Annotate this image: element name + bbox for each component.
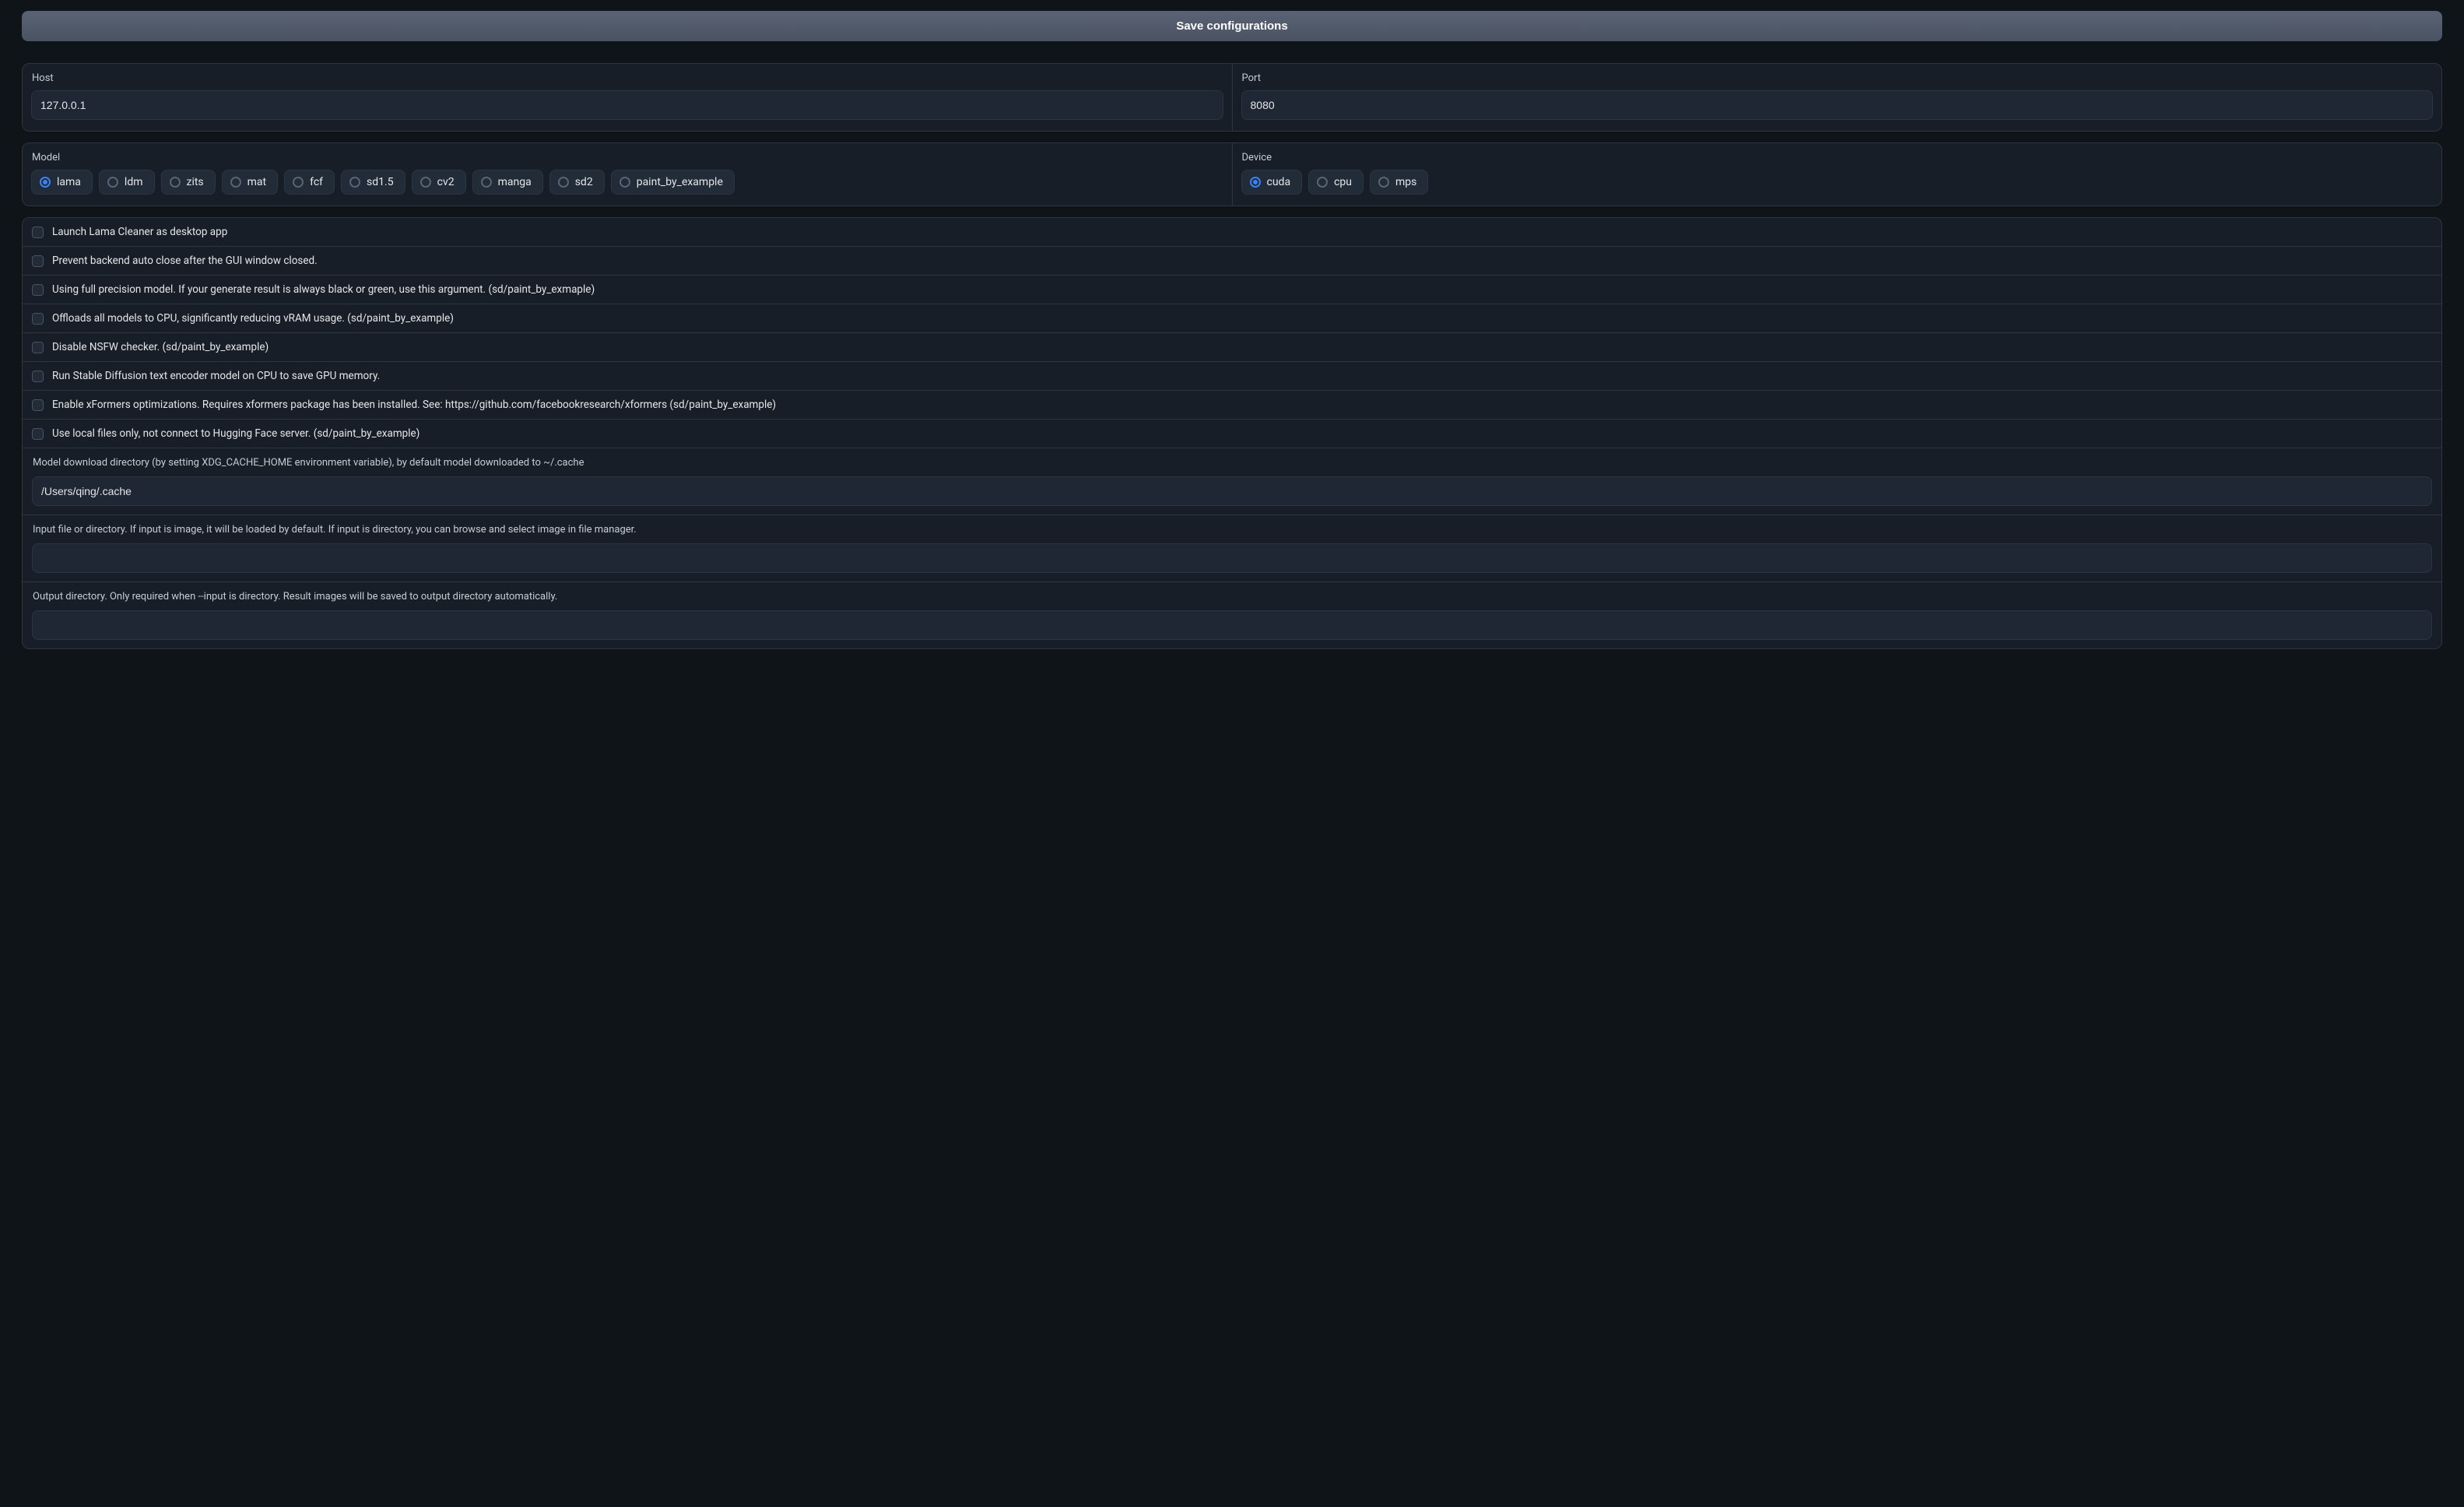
radio-mat[interactable]: mat: [222, 170, 278, 195]
radio-label: cv2: [437, 176, 455, 188]
radio-circle-icon: [420, 177, 431, 188]
checkbox[interactable]: [32, 371, 44, 382]
host-input[interactable]: [31, 90, 1223, 120]
output-dir-input[interactable]: [32, 610, 2432, 640]
option-row-1[interactable]: Prevent backend auto close after the GUI…: [23, 247, 2441, 276]
radio-label: paint_by_example: [637, 176, 723, 188]
radio-circle-icon: [170, 177, 181, 188]
radio-label: cpu: [1334, 176, 1352, 188]
device-radio-group: cuda cpu mps: [1241, 170, 2434, 195]
option-label: Disable NSFW checker. (sd/paint_by_examp…: [52, 341, 269, 353]
save-configurations-button[interactable]: Save configurations: [22, 11, 2442, 41]
radio-circle-icon: [1317, 177, 1328, 188]
radio-circle-icon: [349, 177, 360, 188]
checkbox[interactable]: [32, 284, 44, 296]
option-row-0[interactable]: Launch Lama Cleaner as desktop app: [23, 218, 2441, 247]
radio-lama[interactable]: lama: [31, 170, 93, 195]
host-label: Host: [31, 72, 1223, 84]
radio-mps[interactable]: mps: [1370, 170, 1428, 195]
radio-circle-icon: [558, 177, 569, 188]
input-path-label: Input file or directory. If input is ima…: [32, 524, 2432, 536]
host-column: Host: [23, 64, 1232, 131]
option-label: Prevent backend auto close after the GUI…: [52, 255, 318, 267]
checkbox[interactable]: [32, 342, 44, 353]
checkbox[interactable]: [32, 428, 44, 440]
model-device-panel: Model lama ldm zits mat fcf sd1.5 cv2 manga sd2 p…: [22, 142, 2442, 206]
radio-circle-icon: [620, 177, 630, 188]
checkbox[interactable]: [32, 227, 44, 238]
radio-label: mps: [1395, 176, 1416, 188]
output-dir-section: Output directory. Only required when --i…: [23, 582, 2441, 648]
checkbox[interactable]: [32, 255, 44, 267]
port-input[interactable]: [1241, 90, 2434, 120]
radio-circle-icon: [293, 177, 304, 188]
model-radio-group: lama ldm zits mat fcf sd1.5 cv2 manga sd2 paint_b…: [31, 170, 1223, 195]
radio-label: mat: [247, 176, 266, 188]
radio-label: cuda: [1267, 176, 1291, 188]
radio-cuda[interactable]: cuda: [1241, 170, 1303, 195]
checkbox[interactable]: [32, 313, 44, 325]
radio-label: manga: [498, 176, 532, 188]
option-row-7[interactable]: Use local files only, not connect to Hug…: [23, 420, 2441, 448]
output-dir-label: Output directory. Only required when --i…: [32, 591, 2432, 602]
radio-circle-icon: [107, 177, 118, 188]
radio-paint-by-example[interactable]: paint_by_example: [611, 170, 735, 195]
option-row-2[interactable]: Using full precision model. If your gene…: [23, 276, 2441, 304]
input-path-input[interactable]: [32, 543, 2432, 573]
radio-circle-icon: [1250, 177, 1261, 188]
radio-label: lama: [57, 176, 81, 188]
radio-label: sd2: [575, 176, 593, 188]
radio-sd1-5[interactable]: sd1.5: [341, 170, 405, 195]
option-row-6[interactable]: Enable xFormers optimizations. Requires …: [23, 391, 2441, 420]
radio-circle-icon: [1378, 177, 1389, 188]
option-label: Enable xFormers optimizations. Requires …: [52, 399, 776, 411]
options-panel: Launch Lama Cleaner as desktop app Preven…: [22, 217, 2442, 649]
radio-ldm[interactable]: ldm: [99, 170, 155, 195]
option-label: Run Stable Diffusion text encoder model …: [52, 370, 380, 382]
radio-sd2[interactable]: sd2: [549, 170, 605, 195]
radio-label: zits: [187, 176, 204, 188]
option-row-5[interactable]: Run Stable Diffusion text encoder model …: [23, 362, 2441, 391]
radio-circle-icon: [481, 177, 492, 188]
network-panel: Host Port: [22, 63, 2442, 132]
radio-fcf[interactable]: fcf: [284, 170, 335, 195]
cache-dir-label: Model download directory (by setting XDG…: [32, 457, 2432, 469]
model-column: Model lama ldm zits mat fcf sd1.5 cv2 manga sd2 p…: [23, 143, 1232, 206]
option-row-4[interactable]: Disable NSFW checker. (sd/paint_by_examp…: [23, 333, 2441, 362]
radio-label: sd1.5: [367, 176, 394, 188]
input-path-section: Input file or directory. If input is ima…: [23, 515, 2441, 582]
radio-manga[interactable]: manga: [472, 170, 543, 195]
port-label: Port: [1241, 72, 2434, 84]
radio-cv2[interactable]: cv2: [412, 170, 466, 195]
checkbox[interactable]: [32, 399, 44, 411]
cache-dir-input[interactable]: [32, 476, 2432, 506]
radio-cpu[interactable]: cpu: [1308, 170, 1364, 195]
device-column: Device cuda cpu mps: [1232, 143, 2442, 206]
option-row-3[interactable]: Offloads all models to CPU, significantl…: [23, 304, 2441, 333]
radio-label: ldm: [125, 176, 143, 188]
option-label: Using full precision model. If your gene…: [52, 283, 595, 296]
radio-zits[interactable]: zits: [161, 170, 216, 195]
option-label: Launch Lama Cleaner as desktop app: [52, 226, 227, 238]
radio-circle-icon: [40, 177, 51, 188]
option-label: Use local files only, not connect to Hug…: [52, 427, 419, 440]
radio-label: fcf: [310, 176, 323, 188]
cache-dir-section: Model download directory (by setting XDG…: [23, 448, 2441, 515]
radio-circle-icon: [230, 177, 241, 188]
option-label: Offloads all models to CPU, significantl…: [52, 312, 454, 325]
model-label: Model: [31, 152, 1223, 163]
port-column: Port: [1232, 64, 2442, 131]
device-label: Device: [1241, 152, 2434, 163]
